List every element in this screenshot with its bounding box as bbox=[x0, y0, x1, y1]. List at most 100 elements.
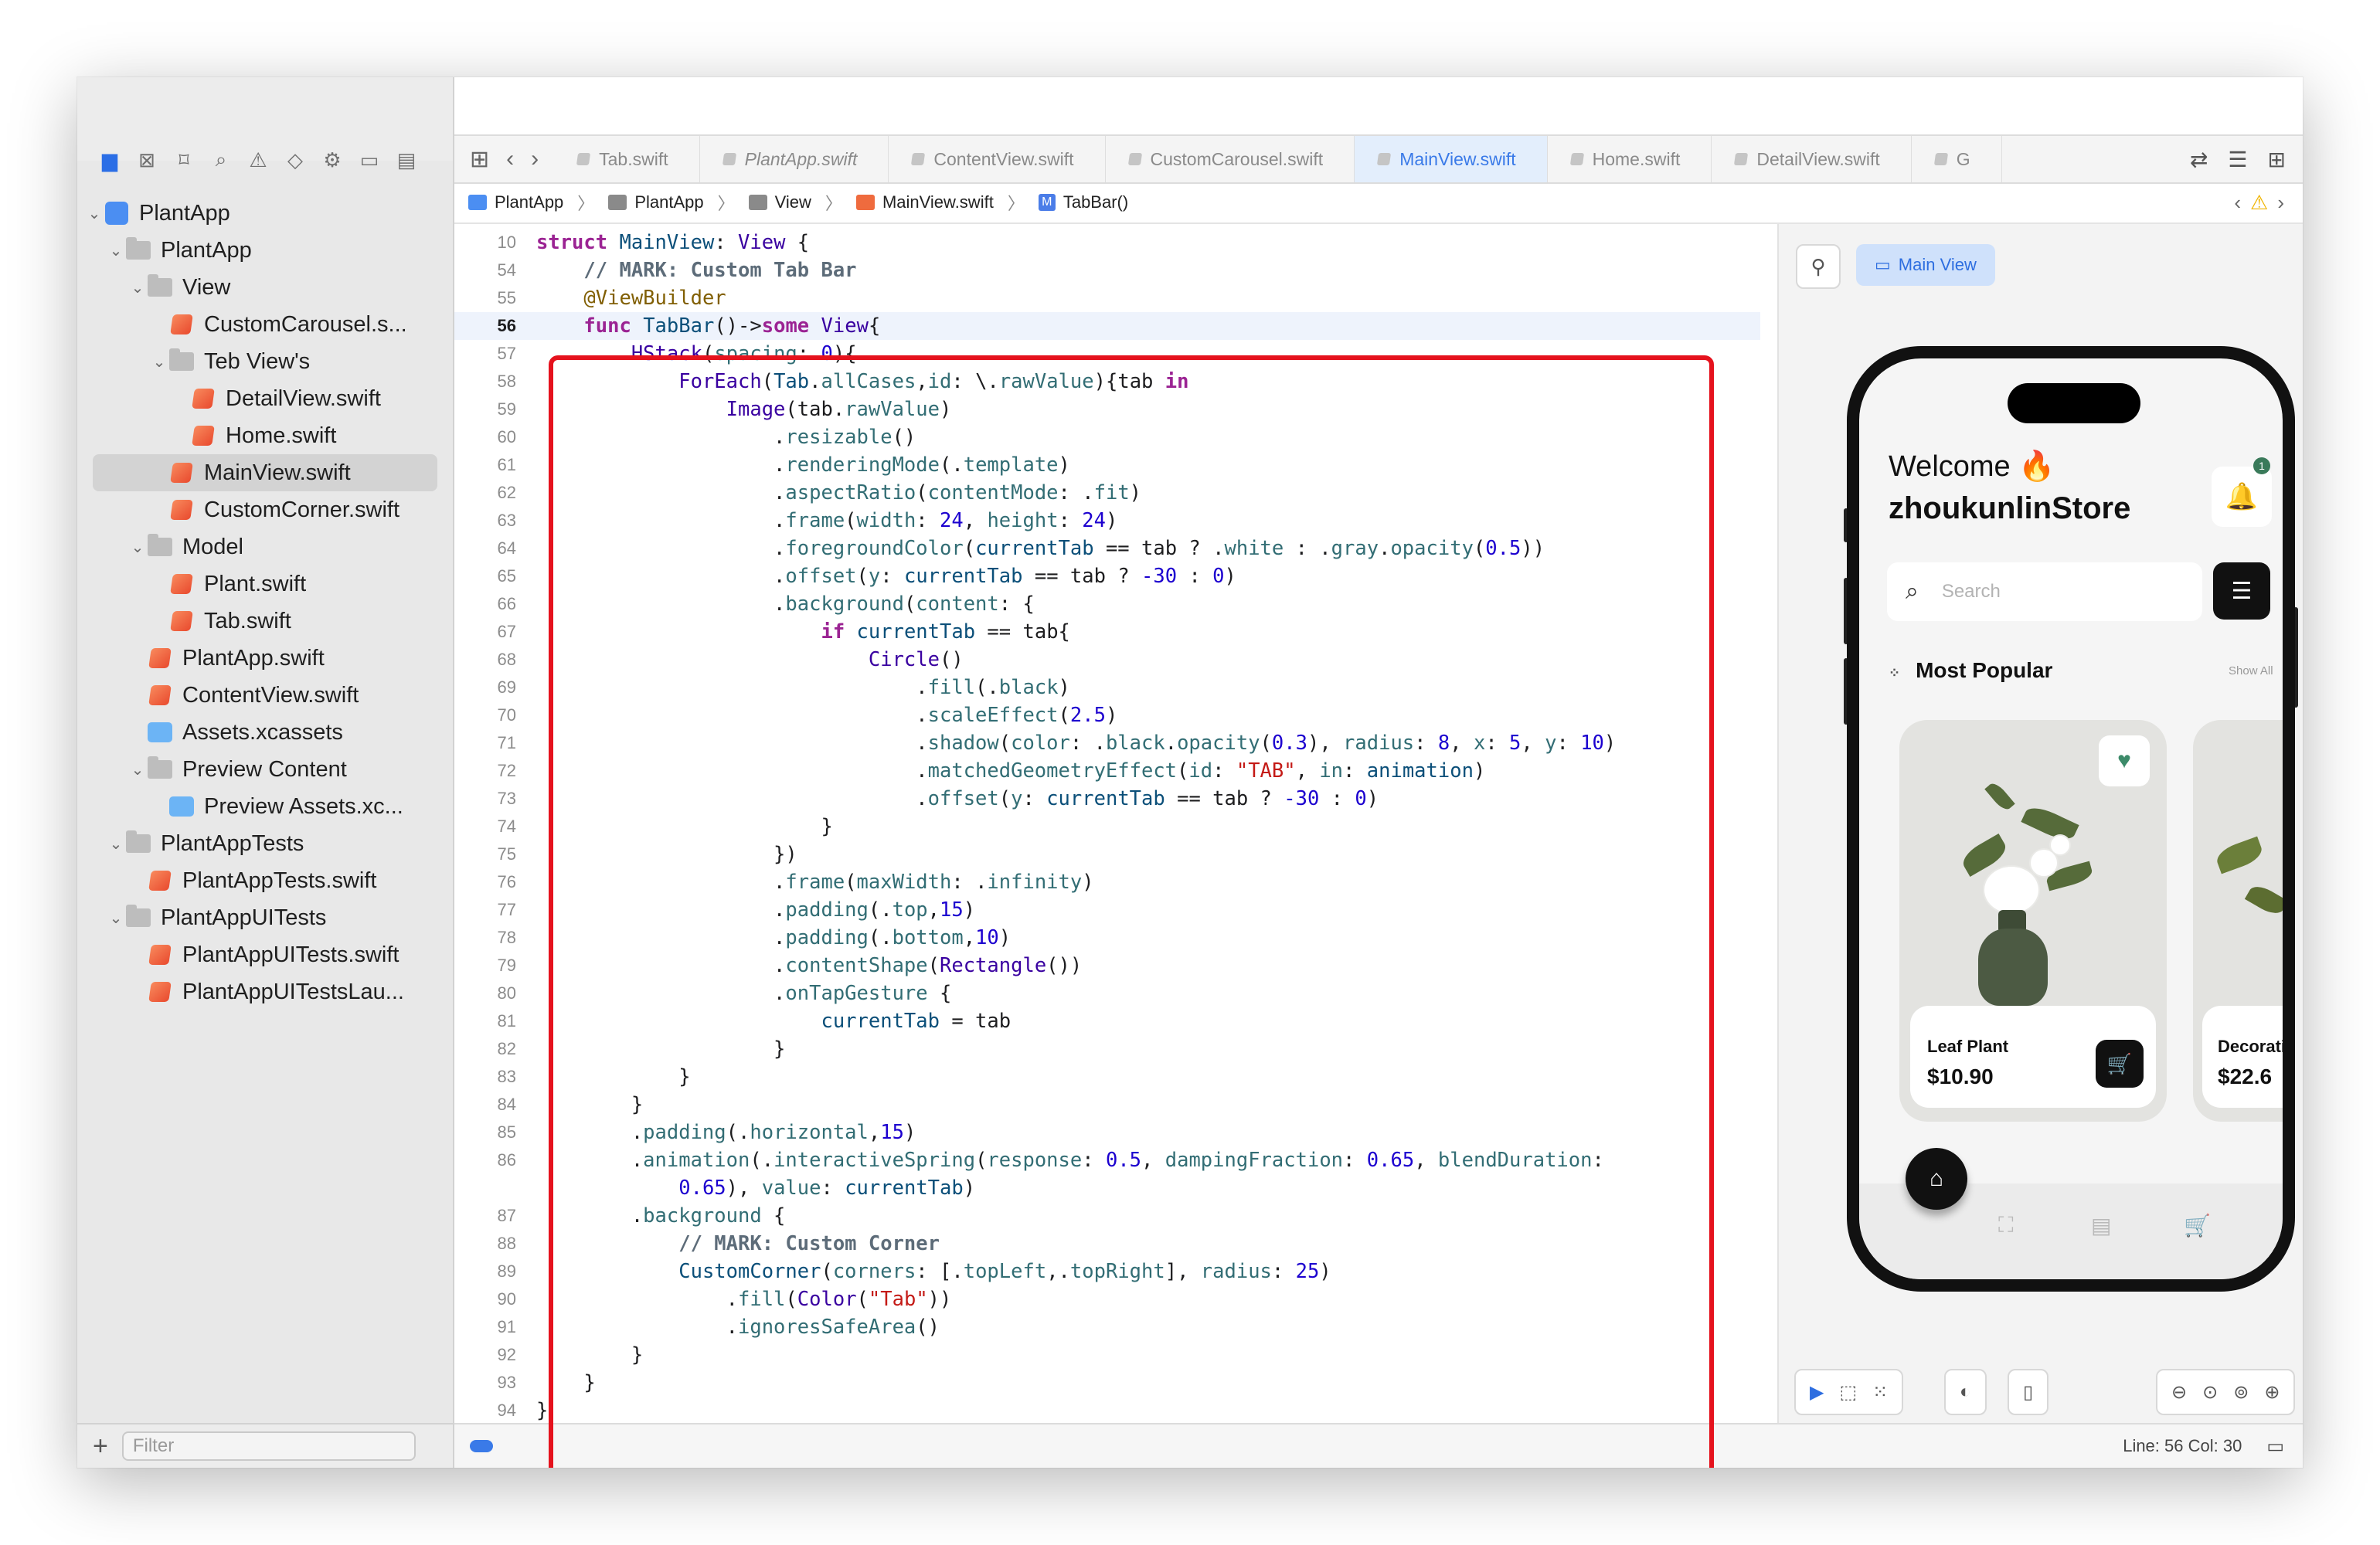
source-control-icon[interactable]: ⊠ bbox=[131, 145, 162, 175]
show-all-link[interactable]: Show All bbox=[2229, 664, 2273, 677]
code-line[interactable]: 92 } bbox=[454, 1341, 1760, 1369]
editor-tab[interactable]: Tab.swift bbox=[554, 136, 700, 182]
breakpoint-icon[interactable]: ▭ bbox=[354, 145, 385, 175]
filter-input[interactable]: Filter bbox=[121, 1431, 416, 1461]
sidebar-item[interactable]: PlantAppUITestsLau... bbox=[77, 973, 453, 1010]
cart-icon[interactable]: 🛒 bbox=[2096, 1040, 2144, 1088]
panel-toggle-icon[interactable]: ▭ bbox=[2266, 1435, 2284, 1458]
breadcrumb-item[interactable]: M TabBar() bbox=[1038, 192, 1128, 212]
code-line[interactable]: 86 .animation(.interactiveSpring(respons… bbox=[454, 1146, 1760, 1174]
live-preview-icon[interactable]: ▶ bbox=[1810, 1381, 1824, 1404]
code-line[interactable]: 65 .offset(y: currentTab == tab ? -30 : … bbox=[454, 562, 1760, 590]
code-line[interactable]: 88 // MARK: Custom Corner bbox=[454, 1230, 1760, 1258]
search-field[interactable]: ⌕ Search bbox=[1887, 562, 2202, 621]
sidebar-item[interactable]: ⌄ PlantAppUITests bbox=[77, 899, 453, 936]
back-icon[interactable]: ‹ bbox=[506, 146, 514, 172]
zoom-fit-icon[interactable]: ⊚ bbox=[2233, 1381, 2249, 1404]
debug-icon[interactable]: ⚙ bbox=[317, 145, 348, 175]
code-line[interactable]: 94} bbox=[454, 1397, 1760, 1424]
code-line[interactable]: 54 // MARK: Custom Tab Bar bbox=[454, 256, 1760, 284]
sidebar-item[interactable]: Assets.xcassets bbox=[77, 714, 453, 751]
code-line[interactable]: 79 .contentShape(Rectangle()) bbox=[454, 952, 1760, 980]
editor-tab[interactable]: Home.swift bbox=[1548, 136, 1712, 182]
breadcrumb-item[interactable]: View 〉 bbox=[748, 190, 842, 215]
code-line[interactable]: 10 struct MainView: View { bbox=[454, 229, 1760, 256]
chevron-down-icon[interactable]: ⌄ bbox=[128, 538, 147, 557]
code-line[interactable]: 87 .background { bbox=[454, 1202, 1760, 1230]
forward-icon[interactable]: › bbox=[531, 146, 539, 172]
code-line[interactable]: 82 } bbox=[454, 1035, 1760, 1063]
editor-tab[interactable]: ContentView.swift bbox=[889, 136, 1106, 182]
code-line[interactable]: 0.65), value: currentTab) bbox=[454, 1174, 1760, 1202]
breadcrumb-item[interactable]: PlantApp 〉 bbox=[468, 190, 594, 215]
chevron-down-icon[interactable]: ⌄ bbox=[107, 908, 125, 928]
code-line[interactable]: 64 .foregroundColor(currentTab == tab ? … bbox=[454, 535, 1760, 562]
sidebar-item[interactable]: ⌄ Preview Content bbox=[77, 751, 453, 788]
code-line[interactable]: 55 @ViewBuilder bbox=[454, 284, 1760, 312]
variants-icon[interactable]: ⁙ bbox=[1872, 1381, 1888, 1404]
heart-icon[interactable]: ♥ bbox=[2099, 735, 2150, 786]
add-icon[interactable]: + bbox=[93, 1431, 108, 1462]
test-icon[interactable]: ◇ bbox=[280, 145, 311, 175]
search-icon[interactable]: ⌕ bbox=[206, 145, 236, 175]
code-editor[interactable]: 10 struct MainView: View {54 // MARK: Cus… bbox=[454, 229, 1760, 1424]
code-line[interactable]: 74 } bbox=[454, 813, 1760, 840]
zoom-out-icon[interactable]: ⊖ bbox=[2171, 1381, 2187, 1404]
warning-icon[interactable]: ⚠ bbox=[243, 145, 274, 175]
breadcrumb-item[interactable]: MainView.swift 〉 bbox=[855, 190, 1025, 215]
device-settings-button[interactable]: ◐ bbox=[1944, 1369, 1987, 1415]
sidebar-item[interactable]: Tab.swift bbox=[77, 603, 453, 640]
prev-issue-icon[interactable]: ‹ bbox=[2234, 191, 2241, 215]
sidebar-item[interactable]: ⌄ PlantApp bbox=[77, 232, 453, 269]
sidebar-item[interactable]: ⌄ PlantApp bbox=[77, 195, 453, 232]
code-line[interactable]: 67 if currentTab == tab{ bbox=[454, 618, 1760, 646]
main-view-button[interactable]: ▭ Main View bbox=[1856, 244, 1995, 286]
sidebar-item[interactable]: PlantAppUITests.swift bbox=[77, 936, 453, 973]
scan-tab-icon[interactable]: ⛶ bbox=[1998, 1213, 2014, 1238]
code-line[interactable]: 69 .fill(.black) bbox=[454, 674, 1760, 701]
code-line[interactable]: 57 HStack(spacing: 0){ bbox=[454, 340, 1760, 368]
report-icon[interactable]: ▤ bbox=[391, 145, 422, 175]
breadcrumb-item[interactable]: PlantApp 〉 bbox=[608, 190, 735, 215]
code-line[interactable]: 71 .shadow(color: .black.opacity(0.3), r… bbox=[454, 729, 1760, 757]
sidebar-item[interactable]: PlantApp.swift bbox=[77, 640, 453, 677]
code-line[interactable]: 90 .fill(Color("Tab")) bbox=[454, 1285, 1760, 1313]
code-line[interactable]: 76 .frame(maxWidth: .infinity) bbox=[454, 868, 1760, 896]
sidebar-item[interactable]: ⌄ Teb View's bbox=[77, 343, 453, 380]
code-line[interactable]: 59 Image(tab.rawValue) bbox=[454, 396, 1760, 423]
selectable-icon[interactable]: ⬚ bbox=[1839, 1381, 1857, 1404]
code-line[interactable]: 78 .padding(.bottom,10) bbox=[454, 924, 1760, 952]
code-line[interactable]: 70 .scaleEffect(2.5) bbox=[454, 701, 1760, 729]
device-button[interactable]: ▯ bbox=[2008, 1369, 2049, 1415]
code-line[interactable]: 56 func TabBar()->some View{ bbox=[454, 312, 1760, 340]
chevron-down-icon[interactable]: ⌄ bbox=[150, 352, 168, 372]
sidebar-item[interactable]: CustomCorner.swift bbox=[77, 491, 453, 528]
chevron-down-icon[interactable]: ⌄ bbox=[85, 204, 104, 223]
bookmark-icon[interactable]: ⌑ bbox=[168, 145, 199, 175]
debug-area-toggle[interactable] bbox=[470, 1440, 493, 1452]
sidebar-item[interactable]: Preview Assets.xc... bbox=[77, 788, 453, 825]
code-line[interactable]: 83 } bbox=[454, 1063, 1760, 1091]
chevron-down-icon[interactable]: ⌄ bbox=[128, 760, 147, 779]
code-line[interactable]: 63 .frame(width: 24, height: 24) bbox=[454, 507, 1760, 535]
code-line[interactable]: 68 Circle() bbox=[454, 646, 1760, 674]
editor-tab[interactable]: G bbox=[1912, 136, 2002, 182]
sidebar-item[interactable]: DetailView.swift bbox=[77, 380, 453, 417]
warning-icon[interactable]: ⚠ bbox=[2250, 191, 2268, 215]
sidebar-item[interactable]: ContentView.swift bbox=[77, 677, 453, 714]
sidebar-item[interactable]: Plant.swift bbox=[77, 565, 453, 603]
editor-tab[interactable]: DetailView.swift bbox=[1712, 136, 1912, 182]
chevron-down-icon[interactable]: ⌄ bbox=[128, 278, 147, 297]
editor-tab[interactable]: MainView.swift bbox=[1355, 136, 1548, 182]
next-issue-icon[interactable]: › bbox=[2277, 191, 2284, 215]
code-line[interactable]: 85 .padding(.horizontal,15) bbox=[454, 1119, 1760, 1146]
code-line[interactable]: 66 .background(content: { bbox=[454, 590, 1760, 618]
code-line[interactable]: 61 .renderingMode(.template) bbox=[454, 451, 1760, 479]
code-line[interactable]: 91 .ignoresSafeArea() bbox=[454, 1313, 1760, 1341]
sidebar-item[interactable]: ⌄ Model bbox=[77, 528, 453, 565]
code-line[interactable]: 58 ForEach(Tab.allCases,id: \.rawValue){… bbox=[454, 368, 1760, 396]
chevron-down-icon[interactable]: ⌄ bbox=[107, 834, 125, 854]
plant-card[interactable]: ♥ Leaf Plant $10.90 🛒 bbox=[1899, 720, 2167, 1122]
folder-icon[interactable]: ▆ bbox=[94, 145, 125, 175]
code-line[interactable]: 62 .aspectRatio(contentMode: .fit) bbox=[454, 479, 1760, 507]
